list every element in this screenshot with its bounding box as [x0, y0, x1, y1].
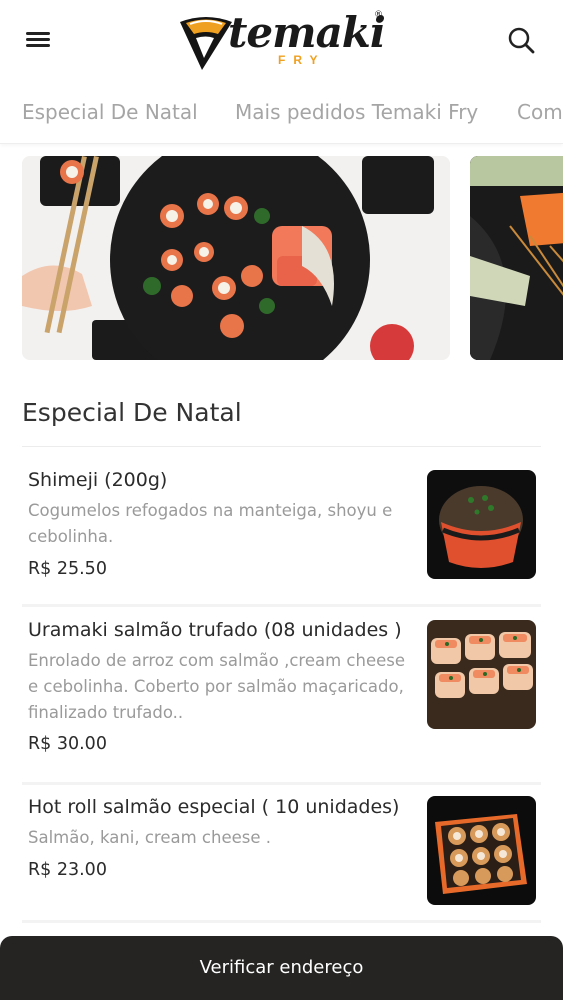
verify-address-button[interactable]: Verificar endereço [0, 936, 563, 1000]
sushi-platter-image [22, 156, 450, 360]
item-description: Salmão, kani, cream cheese . [28, 828, 271, 847]
item-price: R$ 25.50 [28, 559, 107, 579]
item-divider [22, 782, 541, 785]
item-image [427, 620, 536, 729]
item-name: Uramaki salmão trufado (08 unidades ) [28, 619, 402, 641]
promo-banner[interactable] [22, 156, 450, 360]
registered-mark: ® [374, 10, 383, 20]
tab-mais-pedidos[interactable]: Mais pedidos Temaki Fry [235, 100, 478, 124]
section-title: Especial De Natal [22, 398, 242, 427]
logo-subtitle: FRY [278, 53, 326, 67]
item-description: Cogumelos refogados na manteiga, shoyu e… [28, 501, 393, 546]
item-price: R$ 23.00 [28, 860, 107, 880]
tab-combos[interactable]: Com [517, 100, 563, 124]
logo-wordmark: temaki [228, 8, 386, 57]
item-name: Hot roll salmão especial ( 10 unidades) [28, 796, 400, 818]
tab-especial-de-natal[interactable]: Especial De Natal [22, 100, 198, 124]
item-image [427, 470, 536, 579]
app-header: temaki FRY ® [0, 0, 563, 80]
item-description: Enrolado de arroz com salmão ,cream chee… [28, 651, 406, 722]
hamburger-menu-icon[interactable] [22, 26, 54, 54]
item-divider [22, 604, 541, 607]
menu-item[interactable]: Hot roll salmão especial ( 10 unidades) … [22, 788, 541, 916]
item-image [427, 796, 536, 905]
item-name: Shimeji (200g) [28, 469, 168, 491]
menu-item[interactable]: Shimeji (200g) Cogumelos refogados na ma… [22, 462, 541, 602]
category-tabs: Especial De Natal Mais pedidos Temaki Fr… [0, 80, 563, 144]
menu-item[interactable]: Uramaki salmão trufado (08 unidades ) En… [22, 612, 541, 780]
sushi-rolls-image [470, 156, 563, 360]
temaki-cone-icon [180, 17, 232, 70]
promo-banner-2[interactable] [470, 156, 563, 360]
search-icon[interactable] [504, 24, 540, 58]
item-divider [22, 920, 541, 923]
section-divider [22, 446, 541, 447]
item-price: R$ 30.00 [28, 734, 107, 754]
temaki-fry-logo[interactable]: temaki FRY ® [178, 8, 388, 72]
